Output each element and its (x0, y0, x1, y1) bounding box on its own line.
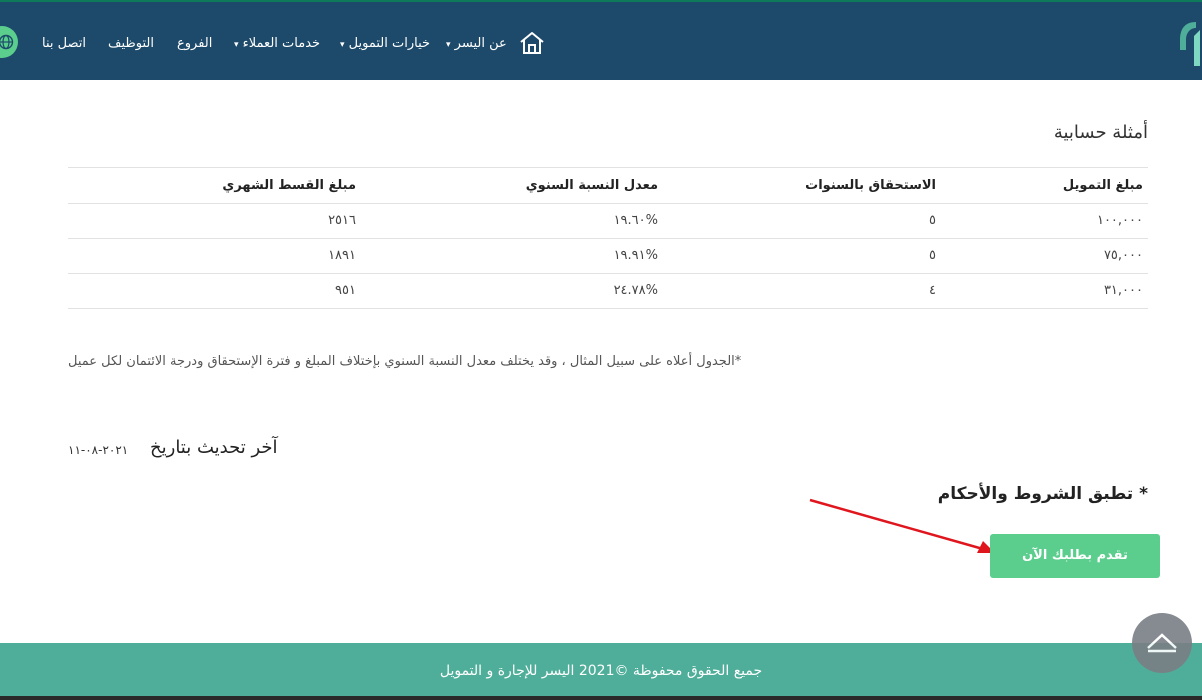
cell-maturity-years: ٥ (929, 248, 936, 263)
language-button[interactable] (0, 26, 18, 58)
nav-customer-services[interactable]: ▾ خدمات العملاء (232, 36, 320, 51)
nav-about-label: عن اليسر (454, 36, 507, 51)
cell-annual-rate: ١٩.٩١% (613, 248, 658, 263)
header-financing-amount: مبلغ التمويل (1062, 178, 1143, 193)
cell-financing-amount: ١٠٠,٠٠٠ (1096, 213, 1143, 228)
chevron-down-icon: ▾ (446, 40, 451, 50)
chevron-up-icon (1147, 633, 1177, 653)
cell-monthly-installment: ٩٥١ (335, 283, 356, 298)
chevron-down-icon: ▾ (340, 40, 345, 50)
annotation-arrow-icon (809, 498, 995, 553)
cell-financing-amount: ٣١,٠٠٠ (1103, 283, 1143, 298)
table-row: ١٠٠,٠٠٠ ٥ ١٩.٦٠% ٢٥١٦ (68, 204, 1148, 239)
globe-icon (0, 34, 14, 50)
cell-annual-rate: ٢٤.٧٨% (613, 283, 658, 298)
examples-table: مبلغ التمويل الاستحقاق بالسنوات معدل الن… (68, 167, 1148, 309)
cell-maturity-years: ٤ (929, 283, 936, 298)
nav-financing-options-label: خيارات التمويل (348, 36, 431, 51)
nav-careers[interactable]: التوظيف (108, 36, 154, 51)
cell-monthly-installment: ١٨٩١ (328, 248, 356, 263)
home-icon[interactable] (519, 30, 545, 56)
scroll-to-top-button[interactable] (1132, 613, 1192, 673)
nav-branches-label: الفروع (177, 36, 213, 51)
top-navigation-bar: اتصل بنا التوظيف الفروع ▾ خدمات العملاء … (0, 0, 1202, 80)
main-nav: اتصل بنا التوظيف الفروع ▾ خدمات العملاء … (40, 2, 902, 82)
table-footnote: *الجدول أعلاه على سبيل المثال ، وقد يختل… (68, 354, 742, 369)
header-annual-rate: معدل النسبة السنوي (525, 178, 658, 193)
table-row: ٧٥,٠٠٠ ٥ ١٩.٩١% ١٨٩١ (68, 239, 1148, 274)
section-title: أمثلة حسابية (1053, 122, 1148, 143)
nav-about[interactable]: ▾ عن اليسر (444, 36, 507, 51)
cell-monthly-installment: ٢٥١٦ (328, 213, 356, 228)
header-maturity-years: الاستحقاق بالسنوات (805, 178, 936, 193)
table-header-row: مبلغ التمويل الاستحقاق بالسنوات معدل الن… (68, 168, 1148, 204)
header-monthly-installment: مبلغ القسط الشهري (222, 178, 356, 193)
nav-branches[interactable]: الفروع (177, 36, 212, 51)
copyright-text: جميع الحقوق محفوظة ©2021 اليسر للإجارة و… (439, 663, 763, 679)
table-row: ٣١,٠٠٠ ٤ ٢٤.٧٨% ٩٥١ (68, 274, 1148, 309)
logo-icon[interactable] (1178, 16, 1202, 66)
chevron-down-icon: ▾ (234, 40, 239, 50)
cell-annual-rate: ١٩.٦٠% (613, 213, 658, 228)
bottom-border (0, 696, 1202, 700)
footer: جميع الحقوق محفوظة ©2021 اليسر للإجارة و… (0, 643, 1202, 700)
last-update-date: ٢٠٢١-٠٨-١١ (68, 443, 129, 457)
nav-contact-us-label: اتصل بنا (42, 36, 86, 51)
nav-careers-label: التوظيف (108, 36, 154, 51)
nav-financing-options[interactable]: ▾ خيارات التمويل (338, 36, 430, 51)
nav-customer-services-label: خدمات العملاء (242, 36, 321, 51)
last-update-label: آخر تحديث بتاريخ (150, 437, 278, 458)
cell-maturity-years: ٥ (929, 213, 936, 228)
cell-financing-amount: ٧٥,٠٠٠ (1103, 248, 1143, 263)
apply-now-button[interactable]: تقدم بطلبك الآن (990, 534, 1160, 578)
nav-contact-us[interactable]: اتصل بنا (42, 36, 86, 51)
